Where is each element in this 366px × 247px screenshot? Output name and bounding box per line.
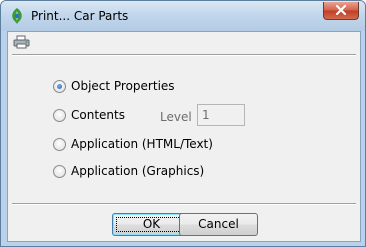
print-dialog-window: Print... Car Parts Object Properties Con… bbox=[0, 0, 366, 247]
radio-button[interactable] bbox=[53, 80, 66, 93]
cancel-button[interactable]: Cancel bbox=[179, 213, 258, 236]
bottom-separator bbox=[12, 203, 356, 205]
top-separator bbox=[12, 54, 356, 56]
level-label: Level bbox=[160, 110, 192, 124]
cancel-button-label: Cancel bbox=[198, 217, 239, 231]
window-title: Print... Car Parts bbox=[31, 9, 129, 23]
dialog-body: Object Properties Contents Level 1 Appli… bbox=[7, 31, 361, 242]
title-bar[interactable]: Print... Car Parts bbox=[1, 1, 365, 31]
radio-label[interactable]: Object Properties bbox=[71, 79, 175, 93]
radio-button[interactable] bbox=[53, 165, 66, 178]
radio-label[interactable]: Contents bbox=[71, 108, 125, 122]
radio-selected-dot bbox=[57, 84, 62, 89]
close-icon bbox=[335, 5, 347, 15]
printer-icon[interactable] bbox=[13, 35, 30, 49]
radio-button[interactable] bbox=[53, 109, 66, 122]
radio-label[interactable]: Application (HTML/Text) bbox=[71, 137, 213, 151]
recycle-leaf-icon bbox=[8, 7, 26, 25]
radio-label[interactable]: Application (Graphics) bbox=[71, 164, 204, 178]
focus-outline bbox=[116, 217, 187, 232]
radio-button[interactable] bbox=[53, 138, 66, 151]
level-field[interactable]: 1 bbox=[197, 104, 245, 126]
close-button[interactable] bbox=[323, 2, 359, 20]
